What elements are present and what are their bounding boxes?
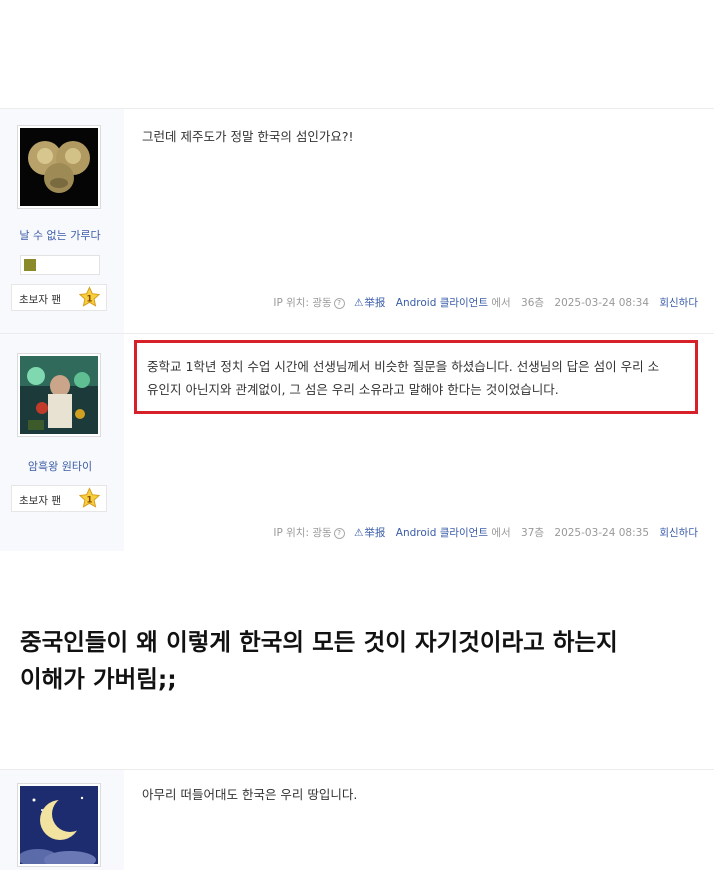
garuda-avatar-image — [20, 128, 98, 206]
post-content-line-1: 중학교 1학년 정치 수업 시간에 선생님께서 비슷한 질문을 하셨습니다. 선… — [147, 359, 660, 374]
via-label: 에서 — [491, 297, 511, 309]
badge-label: 초보자 팬 — [19, 495, 61, 507]
post-datetime: 2025-03-24 08:35 — [554, 527, 650, 539]
level-star-icon: 1 — [78, 487, 101, 508]
client-link[interactable]: Android 클라이언트 — [396, 527, 488, 539]
author-sidebar — [0, 770, 124, 870]
medal-icon — [24, 259, 36, 271]
reply-link[interactable]: 회신하다 — [659, 297, 698, 309]
post-36: 날 수 없는 가루다 초보자 팬 1 그런데 제주도가 정말 한국의 섬인가요?… — [0, 108, 714, 334]
level-number: 1 — [87, 495, 93, 505]
avatar[interactable] — [17, 783, 101, 867]
report-link[interactable]: 举报 — [364, 527, 385, 539]
post-37: 암흑왕 원타이 초보자 팬 1 중학교 1학년 정치 수업 시간에 선생님께서 … — [0, 333, 714, 551]
post-meta: IP 위치: 광동? ⚠举报 Android 클라이언트 에서 36층 2025… — [273, 295, 698, 310]
dark-king-avatar-image — [20, 356, 98, 434]
username[interactable]: 날 수 없는 가루다 — [0, 227, 120, 243]
caption-line-2: 이해가 가버림;; — [20, 665, 177, 693]
post-content: 그런데 제주도가 정말 한국의 섬인가요?! — [142, 129, 354, 144]
warning-icon[interactable]: ⚠ — [354, 527, 363, 539]
medal-bar — [20, 255, 100, 275]
author-sidebar: 날 수 없는 가루다 초보자 팬 1 — [0, 109, 124, 334]
post-partial: 아무리 떠들어대도 한국은 우리 땅입니다. — [0, 769, 714, 870]
author-sidebar: 암흑왕 원타이 초보자 팬 1 — [0, 334, 124, 551]
post-content-highlighted: 중학교 1학년 정치 수업 시간에 선생님께서 비슷한 질문을 하셨습니다. 선… — [134, 340, 698, 414]
moon-avatar-image — [20, 786, 98, 864]
floor-number: 36층 — [521, 297, 545, 309]
avatar[interactable] — [17, 353, 101, 437]
post-content-line-2: 유인지 아닌지와 관계없이, 그 섬은 우리 소유라고 말해야 한다는 것이었습… — [147, 382, 559, 397]
fan-badge: 초보자 팬 1 — [11, 485, 107, 512]
ip-location: IP 위치: 광동 — [273, 297, 332, 309]
reply-link[interactable]: 회신하다 — [659, 527, 698, 539]
avatar[interactable] — [17, 125, 101, 209]
ip-location: IP 위치: 광동 — [273, 527, 332, 539]
help-icon[interactable]: ? — [333, 297, 345, 309]
client-link[interactable]: Android 클라이언트 — [396, 297, 488, 309]
post-meta: IP 위치: 광동? ⚠举报 Android 클라이언트 에서 37층 2025… — [273, 525, 698, 540]
warning-icon[interactable]: ⚠ — [354, 297, 363, 309]
caption-line-1: 중국인들이 왜 이렇게 한국의 모든 것이 자기것이라고 하는지 — [20, 628, 618, 656]
caption-text: 중국인들이 왜 이렇게 한국의 모든 것이 자기것이라고 하는지 이해가 가버림… — [20, 624, 700, 698]
report-link[interactable]: 举报 — [364, 297, 385, 309]
badge-label: 초보자 팬 — [19, 294, 61, 306]
fan-badge: 초보자 팬 1 — [11, 284, 107, 311]
level-number: 1 — [87, 294, 93, 304]
help-icon[interactable]: ? — [333, 527, 345, 539]
via-label: 에서 — [491, 527, 511, 539]
floor-number: 37층 — [521, 527, 545, 539]
level-star-icon: 1 — [78, 286, 101, 307]
post-content: 아무리 떠들어대도 한국은 우리 땅입니다. — [142, 787, 358, 802]
username[interactable]: 암흑왕 원타이 — [0, 458, 120, 474]
post-datetime: 2025-03-24 08:34 — [554, 297, 650, 309]
